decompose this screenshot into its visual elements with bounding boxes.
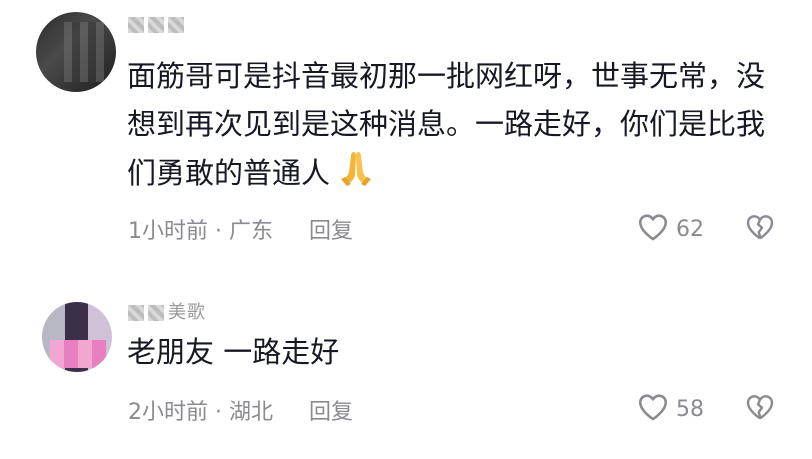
reply-button[interactable]: 回复 bbox=[309, 219, 353, 244]
like-count: 62 bbox=[676, 216, 704, 242]
dislike-button[interactable] bbox=[744, 391, 776, 427]
comment-actions: 62 bbox=[636, 210, 776, 248]
like-count: 58 bbox=[676, 396, 704, 422]
avatar[interactable] bbox=[36, 12, 116, 92]
reply-button[interactable]: 回复 bbox=[309, 400, 353, 425]
comment-item: 美歌 老朋友 一路走好 2小时前 · 湖北 回复 58 bbox=[0, 290, 812, 459]
like-button[interactable]: 58 bbox=[636, 390, 704, 428]
blurred-username-block bbox=[148, 305, 164, 321]
comment-meta: 1小时前 · 广东 回复 bbox=[128, 213, 353, 245]
username[interactable]: 美歌 bbox=[128, 298, 206, 324]
comment-item: 面筋哥可是抖音最初那一批网红呀，世事无常，没想到再次见到是这种消息。一路走好，你… bbox=[0, 0, 812, 268]
comment-time: 2小时前 bbox=[128, 400, 208, 425]
comment-actions: 58 bbox=[636, 390, 776, 428]
blurred-username-block bbox=[128, 17, 144, 33]
like-button[interactable]: 62 bbox=[636, 210, 704, 248]
username-text: 美歌 bbox=[168, 302, 206, 323]
username[interactable] bbox=[128, 14, 188, 35]
dislike-button[interactable] bbox=[744, 211, 776, 247]
meta-separator: · bbox=[208, 400, 229, 425]
comment-time: 1小时前 bbox=[128, 219, 208, 244]
meta-separator: · bbox=[208, 219, 229, 244]
comment-location: 广东 bbox=[228, 219, 273, 244]
broken-heart-icon bbox=[744, 211, 776, 247]
broken-heart-icon bbox=[744, 391, 776, 427]
avatar[interactable] bbox=[42, 302, 112, 372]
blurred-username-block bbox=[168, 17, 184, 33]
comment-meta: 2小时前 · 湖北 回复 bbox=[128, 394, 353, 426]
folded-hands-icon bbox=[336, 148, 376, 202]
comment-text: 面筋哥可是抖音最初那一批网红呀，世事无常，没想到再次见到是这种消息。一路走好，你… bbox=[127, 52, 772, 202]
comment-text-content: 面筋哥可是抖音最初那一批网红呀，世事无常，没想到再次见到是这种消息。一路走好，你… bbox=[127, 59, 766, 190]
comment-text: 老朋友 一路走好 bbox=[127, 335, 340, 369]
blurred-username-block bbox=[148, 17, 164, 33]
blurred-username-block bbox=[128, 305, 144, 321]
heart-icon bbox=[636, 210, 670, 248]
comment-location: 湖北 bbox=[228, 400, 273, 425]
heart-icon bbox=[636, 390, 670, 428]
